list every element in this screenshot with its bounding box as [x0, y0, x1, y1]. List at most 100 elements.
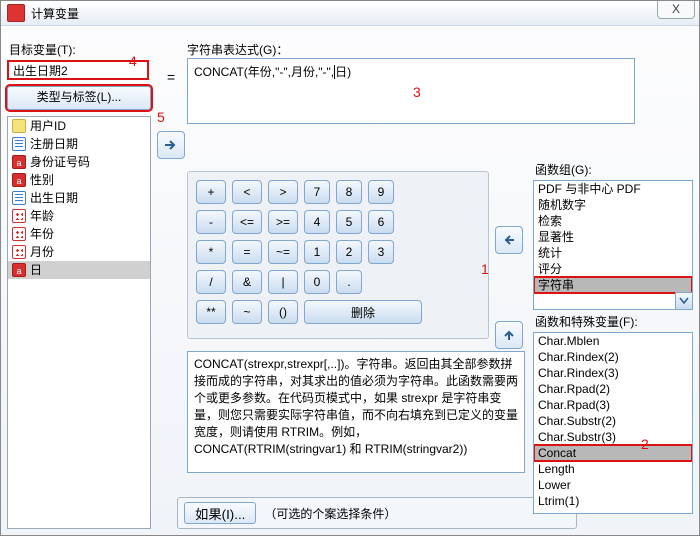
variable-item-label: 年份: [30, 225, 54, 243]
function-special-item[interactable]: Char.Mblen: [534, 333, 692, 349]
keypad-~[interactable]: ~: [232, 300, 262, 324]
keypad-&[interactable]: &: [232, 270, 262, 294]
variable-item-3[interactable]: 性别: [8, 171, 150, 189]
date-type-icon: [12, 191, 26, 205]
function-group-item[interactable]: 字符串: [534, 277, 692, 293]
variable-item-5[interactable]: 年龄: [8, 207, 150, 225]
keypad-.[interactable]: .: [336, 270, 362, 294]
variable-item-label: 出生日期: [30, 189, 78, 207]
keypad-/[interactable]: /: [196, 270, 226, 294]
string-type-icon: [12, 155, 26, 169]
keypad-delete[interactable]: 删除: [304, 300, 422, 324]
arrow-right-icon: [164, 139, 178, 151]
target-variable-input[interactable]: [7, 60, 149, 80]
arrow-left-icon: [503, 233, 515, 247]
keypad-~=[interactable]: ~=: [268, 240, 298, 264]
keypad-+[interactable]: +: [196, 180, 226, 204]
function-group-item[interactable]: 显著性: [534, 229, 692, 245]
function-special-panel: 函数和特殊变量(F): Char.MblenChar.Rindex(2)Char…: [533, 313, 693, 514]
insert-special-button[interactable]: [495, 321, 523, 349]
expression-textarea[interactable]: CONCAT(年份,"-",月份,"-",日): [187, 58, 635, 124]
function-group-item[interactable]: 评分: [534, 261, 692, 277]
insert-function-button[interactable]: [495, 226, 523, 254]
function-group-item[interactable]: 检索: [534, 213, 692, 229]
equals-label: =: [167, 69, 175, 85]
window-title: 计算变量: [31, 5, 79, 22]
variable-item-label: 用户ID: [30, 117, 66, 135]
dropdown-arrow-icon[interactable]: [675, 292, 692, 309]
compute-variable-dialog: 计算变量 X 目标变量(T): 类型与标签(L)... 用户ID注册日期身份证号…: [0, 0, 700, 536]
variable-item-label: 年龄: [30, 207, 54, 225]
keypad-*[interactable]: *: [196, 240, 226, 264]
variable-item-6[interactable]: 年份: [8, 225, 150, 243]
string-type-icon: [12, 263, 26, 277]
expression-label: 字符串表达式(G)：: [187, 41, 693, 58]
variable-item-1[interactable]: 注册日期: [8, 135, 150, 153]
keypad-3[interactable]: 3: [368, 240, 394, 264]
keypad-()[interactable]: (): [268, 300, 298, 324]
function-special-item[interactable]: Length: [534, 461, 692, 477]
variable-item-4[interactable]: 出生日期: [8, 189, 150, 207]
function-group-item[interactable]: PDF 与非中心 PDF: [534, 181, 692, 197]
function-special-item[interactable]: Char.Rpad(2): [534, 381, 692, 397]
variable-item-2[interactable]: 身份证号码: [8, 153, 150, 171]
function-group-panel: 函数组(G): PDF 与非中心 PDF随机数字检索显著性统计评分字符串: [533, 161, 693, 310]
variable-list[interactable]: 用户ID注册日期身份证号码性别出生日期年龄年份月份日: [7, 116, 151, 529]
variable-item-7[interactable]: 月份: [8, 243, 150, 261]
move-variable-right-button[interactable]: [157, 131, 185, 159]
keypad-6[interactable]: 6: [368, 210, 394, 234]
variable-item-8[interactable]: 日: [8, 261, 150, 279]
nominal-type-icon: [12, 209, 26, 223]
if-button[interactable]: 如果(I)...: [184, 502, 256, 524]
keypad->=[interactable]: >=: [268, 210, 298, 234]
keypad-4[interactable]: 4: [304, 210, 330, 234]
keypad->[interactable]: >: [268, 180, 298, 204]
variable-item-label: 注册日期: [30, 135, 78, 153]
variable-item-label: 日: [30, 261, 42, 279]
keypad-8[interactable]: 8: [336, 180, 362, 204]
keypad-0[interactable]: 0: [304, 270, 330, 294]
function-special-item[interactable]: Concat: [534, 445, 692, 461]
target-variable-label: 目标变量(T):: [9, 41, 165, 58]
function-group-list[interactable]: PDF 与非中心 PDF随机数字检索显著性统计评分字符串: [533, 180, 693, 310]
function-special-item[interactable]: Char.Rindex(2): [534, 349, 692, 365]
variable-item-0[interactable]: 用户ID: [8, 117, 150, 135]
if-condition-row: 如果(I)... （可选的个案选择条件）: [177, 497, 577, 529]
if-hint: （可选的个案选择条件）: [264, 505, 396, 522]
keypad: +<>789 -<=>=456 *=~=123 /&|0. **~()删除: [187, 171, 489, 339]
keypad-=[interactable]: =: [232, 240, 262, 264]
type-and-label-button[interactable]: 类型与标签(L)...: [7, 86, 151, 110]
keypad-1[interactable]: 1: [304, 240, 330, 264]
function-group-label: 函数组(G):: [535, 161, 691, 178]
keypad-9[interactable]: 9: [368, 180, 394, 204]
content: 目标变量(T): 类型与标签(L)... 用户ID注册日期身份证号码性别出生日期…: [7, 31, 693, 529]
function-group-item[interactable]: 统计: [534, 245, 692, 261]
keypad-2[interactable]: 2: [336, 240, 362, 264]
right-area: = 字符串表达式(G)： CONCAT(年份,"-",月份,"-",日) +<>…: [167, 31, 693, 529]
nominal-type-icon: [12, 245, 26, 259]
function-special-item[interactable]: Char.Substr(3): [534, 429, 692, 445]
keypad-**[interactable]: **: [196, 300, 226, 324]
function-special-item[interactable]: Lower: [534, 477, 692, 493]
function-special-item[interactable]: Char.Rpad(3): [534, 397, 692, 413]
keypad-<=[interactable]: <=: [232, 210, 262, 234]
keypad--[interactable]: -: [196, 210, 226, 234]
function-description: CONCAT(strexpr,strexpr[,..])。字符串。返回由其全部参…: [187, 351, 525, 473]
close-button[interactable]: X: [657, 0, 695, 19]
app-icon: [7, 4, 25, 22]
function-group-item[interactable]: 随机数字: [534, 197, 692, 213]
left-column: 目标变量(T): 类型与标签(L)... 用户ID注册日期身份证号码性别出生日期…: [7, 31, 167, 529]
variable-item-label: 月份: [30, 243, 54, 261]
keypad-<[interactable]: <: [232, 180, 262, 204]
keypad-7[interactable]: 7: [304, 180, 330, 204]
function-special-item[interactable]: Ltrim(1): [534, 493, 692, 509]
function-special-label: 函数和特殊变量(F):: [535, 313, 691, 330]
arrow-up-icon: [503, 328, 515, 342]
date-type-icon: [12, 137, 26, 151]
function-special-list[interactable]: Char.MblenChar.Rindex(2)Char.Rindex(3)Ch…: [533, 332, 693, 514]
variable-item-label: 身份证号码: [30, 153, 90, 171]
function-special-item[interactable]: Char.Rindex(3): [534, 365, 692, 381]
keypad-5[interactable]: 5: [336, 210, 362, 234]
keypad-|[interactable]: |: [268, 270, 298, 294]
function-special-item[interactable]: Char.Substr(2): [534, 413, 692, 429]
